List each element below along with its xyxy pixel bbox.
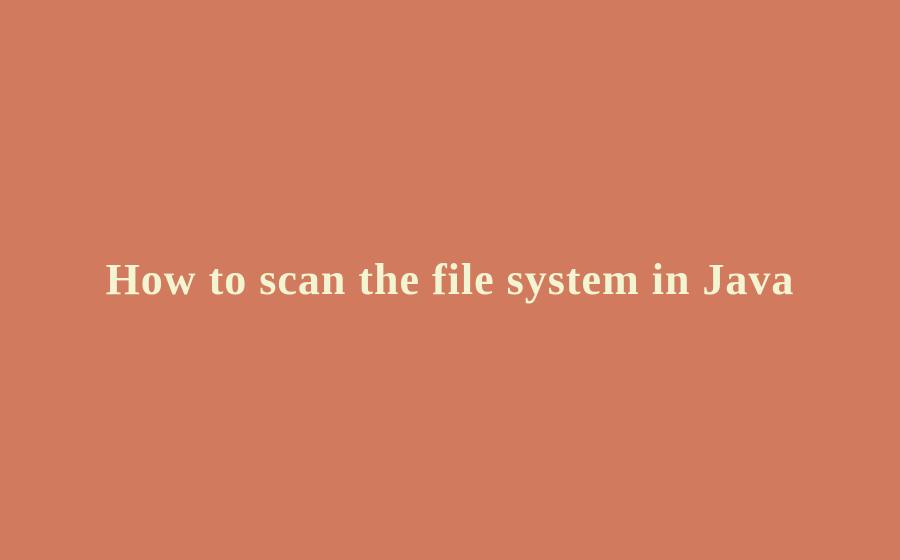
page-title: How to scan the file system in Java [106,251,795,308]
